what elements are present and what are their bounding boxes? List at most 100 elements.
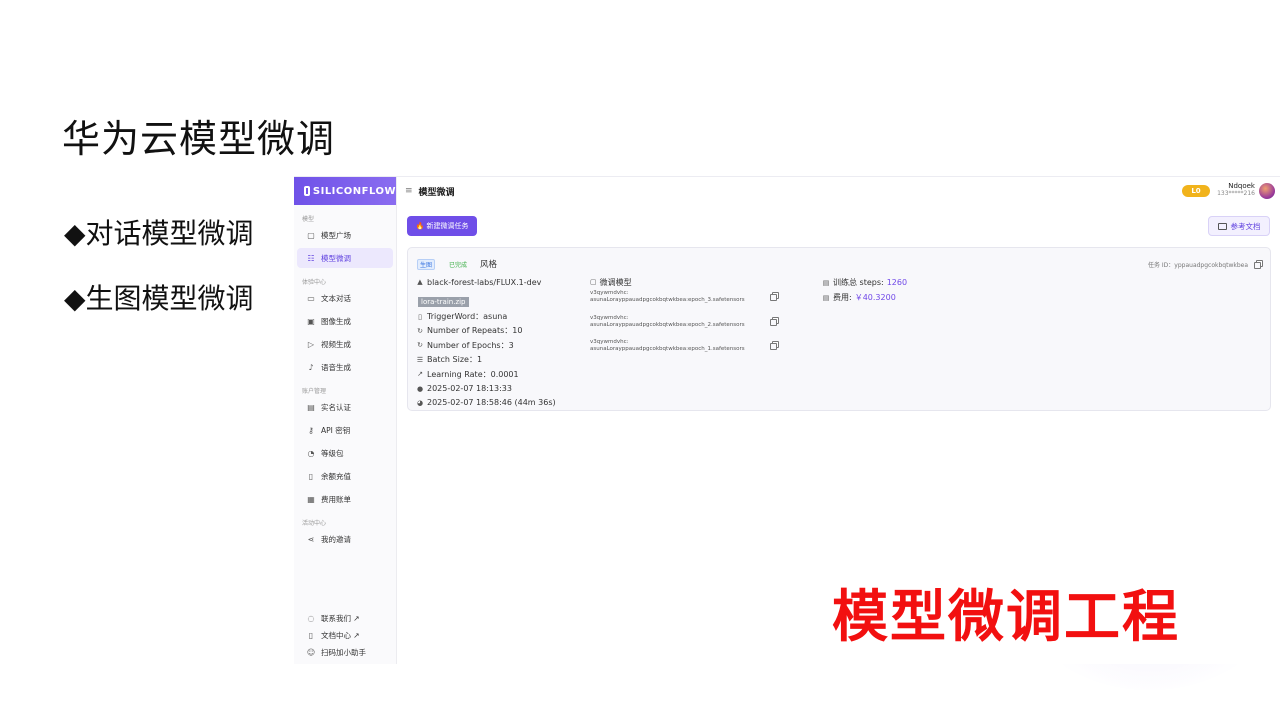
link-docs-center[interactable]: ▯ 文档中心 ↗ — [297, 628, 394, 643]
chat-icon: ▭ — [307, 293, 315, 303]
sidebar-item-image-gen[interactable]: ▣ 图像生成 — [297, 311, 393, 331]
model-name: asunaLorayppauadpgcokbqtwkbea:epoch_3.sa… — [590, 297, 745, 303]
link-label: 联系我们 ↗ — [321, 614, 360, 623]
sidebar-item-recharge[interactable]: ▯ 余额充值 — [297, 466, 393, 486]
share-icon: ⋖ — [307, 534, 315, 544]
sidebar-item-model-square[interactable]: ▢ 模型广场 — [297, 225, 393, 245]
finetuned-models: ▢ 微调模型 v3qywmdvhc: asunaLorayppauadpgcok… — [590, 275, 790, 363]
copy-icon[interactable] — [770, 294, 777, 301]
brand-logo[interactable]: SILICONFLOW — [294, 177, 396, 205]
batch-size-row: ☰ Batch Size：1 — [416, 353, 586, 367]
sidebar-item-label: 文本对话 — [321, 293, 351, 303]
link-assistant-qr[interactable]: ☺ 扫码加小助手 — [297, 645, 394, 660]
training-steps-label: 训练总 steps: — [833, 278, 884, 287]
cube-icon: ▢ — [307, 230, 315, 240]
user-info[interactable]: Ndqoek 133*****216 — [1217, 182, 1255, 197]
repeat-icon: ↻ — [417, 326, 423, 335]
copy-icon[interactable] — [770, 343, 777, 350]
section-label-models: 模型 — [302, 216, 315, 223]
batch-size: Batch Size：1 — [427, 355, 483, 365]
clock-icon: ● — [416, 384, 424, 393]
avatar[interactable] — [1259, 183, 1275, 199]
cost-label: 费用: — [833, 293, 852, 302]
sidebar-item-model-finetune[interactable]: ☷ 模型微调 — [297, 248, 393, 268]
file-icon: ▯ — [418, 312, 422, 321]
sidebar-item-api-keys[interactable]: ⚷ API 密钥 — [297, 420, 393, 440]
sidebar-item-label: 我的邀请 — [321, 534, 351, 544]
section-label-account: 账户管理 — [302, 388, 327, 395]
model-item-epoch-1: v3qywmdvhc: asunaLorayppauadpgcokbqtwkbe… — [590, 338, 790, 363]
slide-caption: 模型微调工程 — [832, 585, 1180, 650]
copy-icon[interactable] — [1253, 262, 1261, 269]
link-contact-us[interactable]: ◌ 联系我们 ↗ — [297, 611, 394, 626]
link-label: 文档中心 ↗ — [321, 631, 360, 640]
sidebar-item-video-gen[interactable]: ▷ 视频生成 — [297, 334, 393, 354]
slide-bullets: ◆对话模型微调 ◆生图模型微调 — [64, 212, 254, 342]
new-finetune-task-button[interactable]: 🔥 新建微调任务 — [407, 216, 477, 236]
learning-rate-row: ↗ Learning Rate：0.0001 — [416, 367, 586, 381]
learning-rate: Learning Rate：0.0001 — [427, 369, 519, 379]
sidebar-item-billing[interactable]: ▦ 费用账单 — [297, 489, 393, 509]
dataset-row: lora-train.zip — [416, 289, 586, 309]
trend-icon: ↗ — [417, 370, 423, 379]
sidebar-item-invites[interactable]: ⋖ 我的邀请 — [297, 529, 393, 549]
training-steps-value: 1260 — [886, 278, 908, 287]
sidebar-item-label: 语音生成 — [321, 362, 351, 372]
task-id: 任务 ID：yppauadpgcokbqtwkbea — [1148, 260, 1261, 269]
sidebar-item-label: 等级包 — [321, 448, 344, 458]
slide-title: 华为云模型微调 — [62, 117, 336, 161]
repeats-row: ↻ Number of Repeats：10 — [416, 324, 586, 338]
users-icon: ☺ — [306, 648, 316, 657]
sidebar: SILICONFLOW 模型 ▢ 模型广场 ☷ 模型微调 体验中心 ▭ 文本对话… — [294, 177, 397, 664]
model-item-epoch-2: v3qywmdvhc: asunaLorayppauadpgcokbqtwkbe… — [590, 314, 790, 339]
sidebar-item-label: API 密钥 — [321, 425, 351, 435]
sidebar-item-label: 模型广场 — [321, 230, 351, 240]
copy-icon[interactable] — [770, 318, 777, 326]
reference-docs-label: 参考文档 — [1230, 221, 1261, 231]
level-badge[interactable]: L0 — [1182, 185, 1210, 197]
task-type-tag: 生图 — [417, 259, 435, 270]
sidebar-item-label: 模型微调 — [321, 253, 351, 263]
user-name: Ndqoek — [1228, 182, 1255, 190]
model-prefix: v3qywmdvhc: — [590, 314, 629, 321]
bill-icon: ▦ — [307, 494, 315, 504]
training-stats: ▤ 训练总 steps: 1260 ▤ 费用: ￥40.3200 — [822, 275, 1022, 305]
finished-at: 2025-02-07 18:58:46 (44m 36s) — [427, 398, 556, 408]
steps-icon: ▤ — [822, 278, 830, 287]
finetuned-models-header: ▢ 微调模型 — [590, 275, 790, 289]
section-label-experience: 体验中心 — [302, 279, 327, 286]
task-style-label: 风格 — [480, 260, 498, 270]
sidebar-item-label: 余额充值 — [321, 471, 351, 481]
sidebar-bottom-links: ◌ 联系我们 ↗ ▯ 文档中心 ↗ ☺ 扫码加小助手 — [294, 609, 397, 660]
list-icon: ☰ — [416, 355, 424, 364]
model-name: asunaLorayppauadpgcokbqtwkbea:epoch_2.sa… — [590, 321, 745, 328]
cost-row: ▤ 费用: ￥40.3200 — [822, 290, 1022, 305]
cost-value: ￥40.3200 — [854, 293, 896, 302]
page-title: 模型微调 — [418, 187, 455, 198]
reference-docs-button[interactable]: 参考文档 — [1208, 216, 1270, 236]
epochs-row: ↻ Number of Epochs：3 — [416, 338, 586, 352]
sidebar-item-label: 实名认证 — [321, 402, 351, 412]
sidebar-item-text-chat[interactable]: ▭ 文本对话 — [297, 288, 393, 308]
link-label: 扫码加小助手 — [321, 648, 366, 657]
created-at-row: ● 2025-02-07 18:13:33 — [416, 381, 586, 395]
image-icon: ▣ — [307, 316, 315, 326]
menu-icon[interactable]: ≡ — [405, 186, 413, 196]
training-steps-row: ▤ 训练总 steps: 1260 — [822, 275, 1022, 290]
base-model: black-forest-labs/FLUX.1-dev — [427, 277, 542, 287]
sidebar-item-level-pack[interactable]: ◔ 等级包 — [297, 443, 393, 463]
section-label-activity: 活动中心 — [302, 520, 327, 527]
repeats: Number of Repeats：10 — [427, 326, 523, 336]
trigger-word: TriggerWord：asuna — [427, 312, 508, 322]
sidebar-item-label: 费用账单 — [321, 494, 351, 504]
sidebar-item-voice-gen[interactable]: ♪ 语音生成 — [297, 357, 393, 377]
created-at: 2025-02-07 18:13:33 — [427, 384, 512, 394]
id-card-icon: ▤ — [307, 402, 315, 412]
model-name: asunaLorayppauadpgcokbqtwkbea:epoch_1.sa… — [590, 346, 745, 352]
wallet-icon: ▯ — [308, 471, 314, 481]
video-icon: ▷ — [307, 339, 315, 349]
dataset-file[interactable]: lora-train.zip — [418, 297, 469, 308]
sidebar-item-verification[interactable]: ▤ 实名认证 — [297, 397, 393, 417]
sliders-icon: ☷ — [307, 253, 315, 263]
finetune-task-card[interactable]: 生图 已完成 风格 任务 ID：yppauadpgcokbqtwkbea ▲ b… — [407, 247, 1271, 411]
